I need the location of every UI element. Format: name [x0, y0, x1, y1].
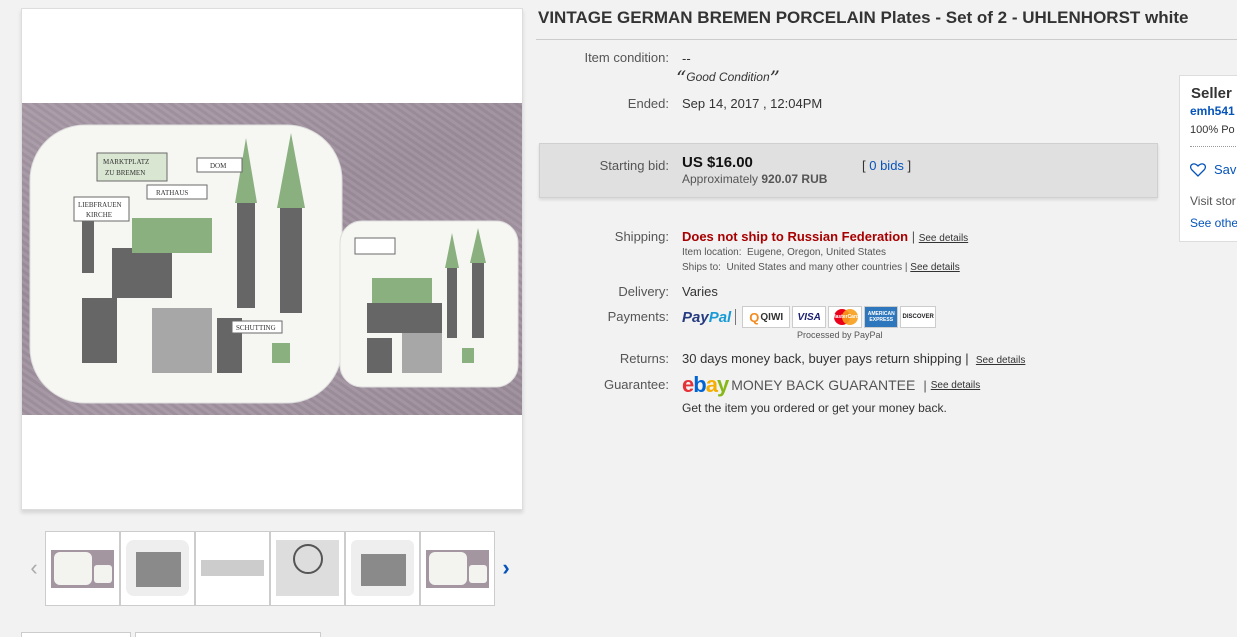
- guarantee-row: ebay MONEY BACK GUARANTEE | See details: [682, 372, 981, 398]
- processed-by: Processed by PayPal: [797, 330, 883, 340]
- photo-label-dom: DOM: [210, 162, 227, 170]
- returns-row: 30 days money back, buyer pays return sh…: [682, 351, 1026, 366]
- plates-illustration: MARKTPLATZ ZU BREMEN DOM RATHAUS LIEBFRA…: [29, 124, 519, 404]
- returns-value: 30 days money back, buyer pays return sh…: [682, 351, 962, 366]
- guarantee-label: Guarantee:: [603, 377, 669, 392]
- returns-label: Returns:: [619, 351, 669, 366]
- condition-value: --: [682, 51, 691, 66]
- photo-label-zu-bremen: ZU BREMEN: [105, 169, 145, 177]
- approx-value: 920.07 RUB: [761, 172, 828, 186]
- shipping-tab[interactable]: [135, 632, 321, 637]
- save-seller-label: Sav: [1214, 162, 1237, 177]
- thumbnail-4[interactable]: [270, 531, 345, 606]
- seller-card: Seller emh541 100% Po Sav Visit stor See…: [1179, 75, 1237, 242]
- qiwi-text: QIWI: [760, 311, 784, 323]
- thumbnail-5[interactable]: [345, 531, 420, 606]
- payment-logos: PayPal Q QIWI VISA MasterCard AMERICAN EX…: [682, 306, 938, 328]
- save-seller-button[interactable]: Sav: [1190, 162, 1236, 177]
- ships-to-value: United States and many other countries: [726, 262, 903, 273]
- bids-link[interactable]: [ 0 bids ]: [862, 158, 911, 173]
- heart-icon: [1190, 162, 1206, 177]
- mastercard-text: MasterCard: [831, 314, 859, 320]
- shipping-value: Does not ship to Russian Federation: [682, 229, 909, 244]
- thumb-next-arrow-icon[interactable]: ›: [498, 556, 514, 580]
- ended-value: Sep 14, 2017 , 12:04PM: [682, 96, 823, 111]
- ships-to-row: Ships to: United States and many other c…: [682, 262, 960, 273]
- starting-bid-value: US $16.00: [682, 154, 753, 171]
- photo-label-marktplatz: MARKTPLATZ: [103, 158, 149, 166]
- ships-to-label: Ships to:: [682, 262, 721, 273]
- shipping-label: Shipping:: [614, 229, 669, 244]
- approx-prefix: Approximately: [682, 172, 759, 186]
- qiwi-logo-icon: Q QIWI: [742, 306, 791, 328]
- photo-label-liebfrauen: LIEBFRAUEN: [78, 201, 122, 209]
- condition-quote: “Good Condition”: [676, 66, 780, 90]
- ebay-logo-y: y: [716, 372, 729, 397]
- photo-label-rathaus: RATHAUS: [156, 189, 188, 197]
- ended-label: Ended:: [627, 96, 669, 111]
- ebay-logo-b: b: [693, 372, 706, 397]
- thumbnail-3[interactable]: [195, 531, 270, 606]
- delivery-value: Varies: [682, 284, 718, 299]
- visit-store-link[interactable]: Visit stor: [1190, 194, 1236, 208]
- item-location-row: Item location: Eugene, Oregon, United St…: [682, 247, 886, 258]
- photo-label-schutting: SCHUTTING: [236, 324, 276, 332]
- seller-feedback: 100% Po: [1190, 124, 1235, 136]
- guarantee-note: Get the item you ordered or get your mon…: [682, 401, 947, 415]
- visa-logo-icon: VISA: [792, 306, 827, 328]
- ships-to-see-details-link[interactable]: See details: [910, 262, 959, 273]
- thumbnail-2[interactable]: [120, 531, 195, 606]
- bids-link-text[interactable]: 0 bids: [869, 158, 904, 173]
- seller-heading: Seller: [1191, 85, 1232, 102]
- thumbnail-strip: [45, 531, 495, 606]
- shipping-row: Does not ship to Russian Federation | Se…: [682, 229, 969, 244]
- amex-logo-icon: AMERICAN EXPRESS: [864, 306, 899, 328]
- guarantee-text: MONEY BACK GUARANTEE: [731, 377, 916, 393]
- starting-bid-label: Starting bid:: [599, 158, 669, 173]
- shipping-see-details-link[interactable]: See details: [919, 233, 968, 244]
- seller-username[interactable]: emh541: [1190, 104, 1235, 118]
- condition-label: Item condition:: [584, 50, 669, 65]
- listing-title: VINTAGE GERMAN BREMEN PORCELAIN Plates -…: [538, 8, 1189, 27]
- paypal-part-b: Pal: [708, 308, 732, 326]
- payments-label: Payments:: [607, 309, 669, 324]
- item-location-value: Eugene, Oregon, United States: [747, 247, 887, 258]
- photo-label-kirche: KIRCHE: [86, 211, 112, 219]
- paypal-logo-icon: PayPal: [682, 309, 731, 326]
- description-tab[interactable]: [21, 632, 131, 637]
- delivery-label: Delivery:: [618, 284, 669, 299]
- product-photo: MARKTPLATZ ZU BREMEN DOM RATHAUS LIEBFRA…: [22, 103, 522, 415]
- approx-price: Approximately 920.07 RUB: [682, 172, 827, 186]
- discover-logo-icon: DISCOVER: [900, 306, 937, 328]
- see-other-items-link[interactable]: See othe: [1190, 216, 1237, 230]
- title-divider: [536, 39, 1237, 40]
- condition-quote-text: Good Condition: [686, 70, 770, 84]
- ebay-logo-icon: ebay: [682, 372, 729, 398]
- item-location-label: Item location:: [682, 247, 742, 258]
- thumbnail-1[interactable]: [45, 531, 120, 606]
- paypal-part-a: Pay: [682, 308, 709, 326]
- returns-see-details-link[interactable]: See details: [976, 355, 1025, 366]
- main-product-image[interactable]: MARKTPLATZ ZU BREMEN DOM RATHAUS LIEBFRA…: [21, 8, 523, 510]
- ebay-logo-e: e: [682, 372, 694, 397]
- thumbnail-6[interactable]: [420, 531, 495, 606]
- thumb-prev-arrow-icon[interactable]: ‹: [26, 556, 42, 580]
- mastercard-logo-icon: MasterCard: [828, 306, 863, 328]
- guarantee-see-details-link[interactable]: See details: [931, 380, 980, 391]
- ebay-logo-a: a: [705, 372, 718, 397]
